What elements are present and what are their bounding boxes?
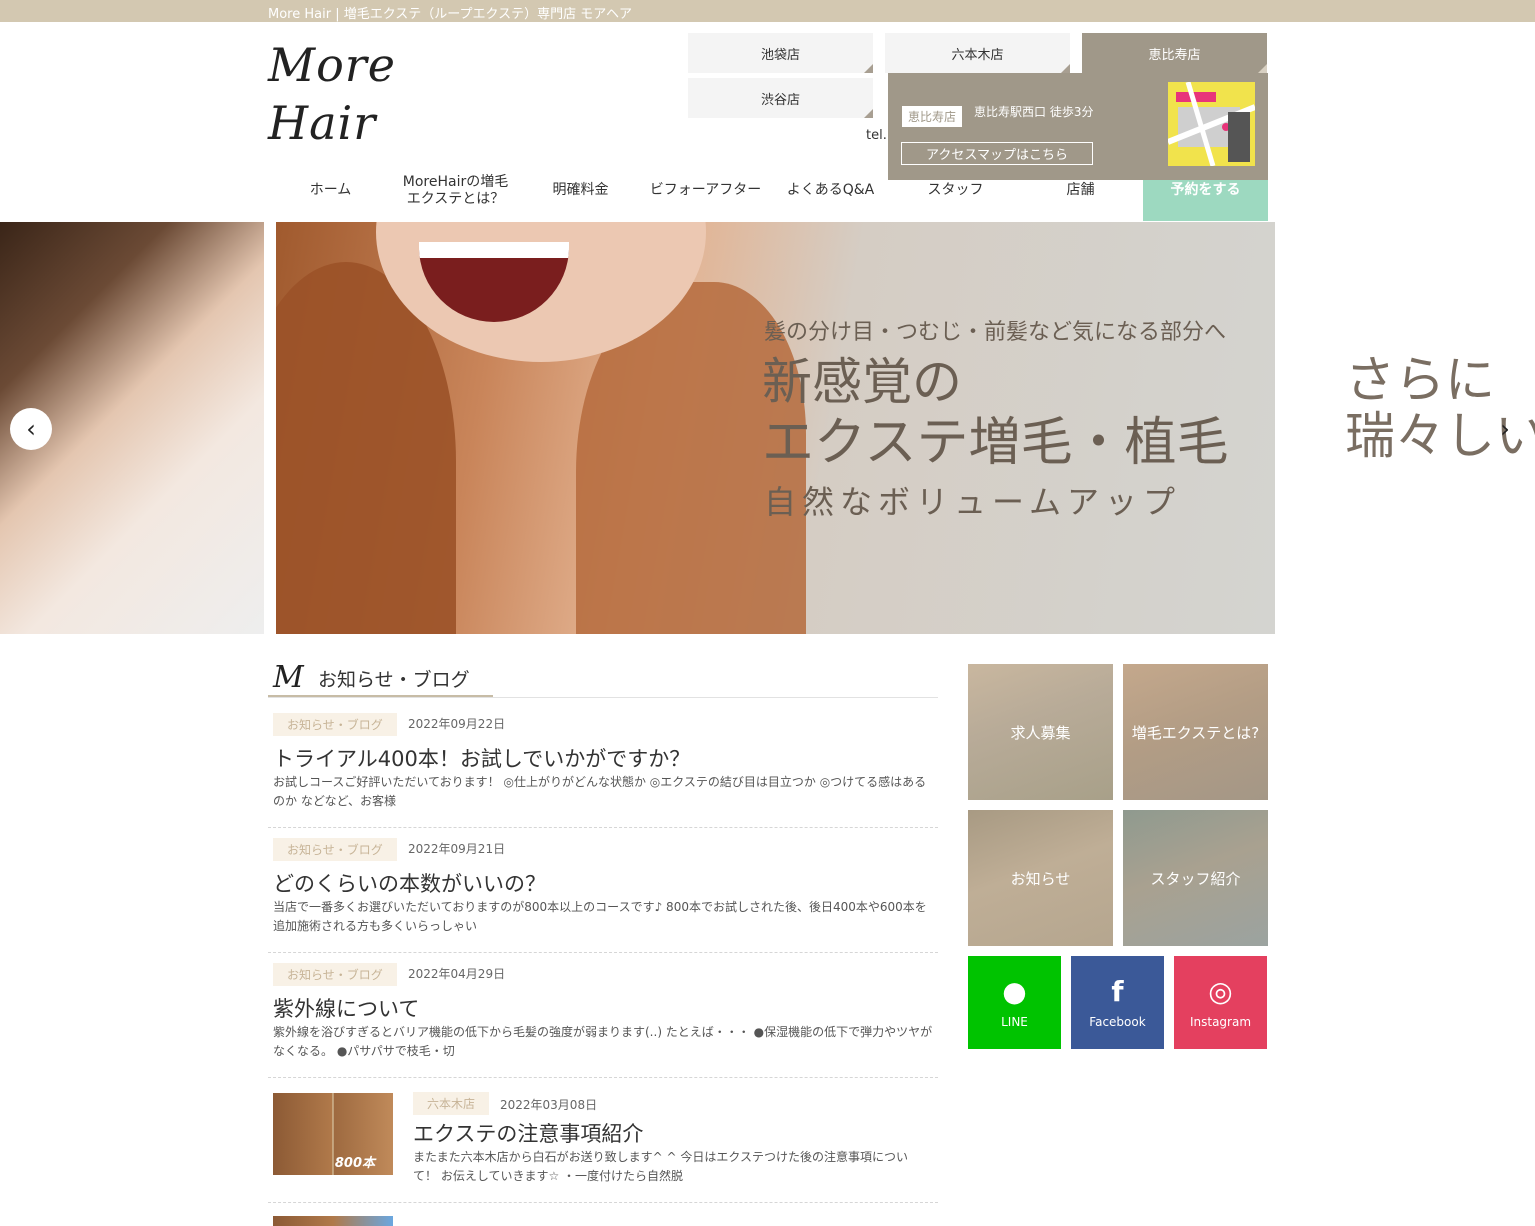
corner-mark	[864, 64, 873, 73]
m-logo-icon: M	[273, 660, 304, 695]
store-button-shibuya[interactable]: 渋谷店	[688, 78, 873, 118]
speech-bubble-icon: ●	[1002, 974, 1027, 1008]
tel-label: tel.	[866, 128, 887, 143]
store-button-ebisu[interactable]: 恵比寿店	[1082, 33, 1267, 73]
tile-label: 増毛エクステとは?	[1131, 723, 1260, 742]
social-label: LINE	[1001, 1014, 1028, 1029]
slider-prev-button[interactable]: ‹	[10, 408, 52, 450]
store-label: 渋谷店	[760, 92, 800, 108]
post-excerpt: またまた六本木店から白石がお送り致します^ ^ 今日はエクステつけた後の注意事項…	[413, 1150, 909, 1183]
hero-title-line1: 新感覚の	[762, 353, 962, 411]
post-thumbnail-partial	[273, 1216, 393, 1226]
main-slide-image: 髪の分け目・つむじ・前髪など気になる部分へ 新感覚の エクステ増毛・植毛 自然な…	[276, 222, 1275, 634]
store-badge: 恵比寿店	[902, 106, 963, 127]
post-date: 2022年03月08日	[500, 1098, 598, 1112]
hero-title-line3: 自然なボリュームアップ	[764, 483, 1182, 521]
top-bar: More Hair | 増毛エクステ（ループエクステ）専門店 モアヘア	[0, 0, 1535, 22]
hero-slider: 髪の分け目・つむじ・前髪など気になる部分へ 新感覚の エクステ増毛・植毛 自然な…	[0, 222, 1535, 634]
post-excerpt: 紫外線を浴びすぎるとバリア機能の低下から毛髪の強度が弱まります(..) たとえば…	[273, 1025, 933, 1058]
nav-label: よくあるQ&A	[786, 182, 875, 198]
reserve-label: 予約をする	[1170, 182, 1241, 198]
tile-recruit[interactable]: 求人募集	[968, 664, 1113, 800]
store-button-ikebukuro[interactable]: 池袋店	[688, 33, 873, 73]
post-category[interactable]: お知らせ・ブログ	[273, 838, 397, 861]
nav-item-faq[interactable]: よくあるQ&A	[768, 160, 893, 221]
nav-label: スタッフ	[927, 182, 984, 198]
store-label: 池袋店	[760, 47, 800, 63]
post-date: 2022年04月29日	[408, 967, 506, 981]
post-excerpt: お試しコースご好評いただいております！ ◎仕上がりがどんな状態か ◎エクステの結…	[273, 775, 927, 808]
access-map-label: アクセスマップはこちら	[926, 148, 1068, 163]
tile-news[interactable]: お知らせ	[968, 810, 1113, 946]
site-tagline: More Hair | 増毛エクステ（ループエクステ）専門店 モアヘア	[268, 7, 633, 22]
nav-label: MoreHairの増毛エクステとは？	[402, 173, 509, 207]
store-label: 六本木店	[951, 47, 1004, 63]
post-thumbnail[interactable]: 800本	[273, 1093, 393, 1175]
map-graphic	[1168, 82, 1255, 166]
store-button-roppongi[interactable]: 六本木店	[885, 33, 1070, 73]
post-title[interactable]: どのくらいの本数がいいの？	[273, 868, 546, 898]
news-post[interactable]: お知らせ・ブログ 2022年04月29日 紫外線について 紫外線を浴びすぎるとバ…	[268, 953, 938, 1078]
thumbnail-label: 800本	[334, 1156, 375, 1171]
chevron-right-icon: ›	[1500, 415, 1510, 443]
store-label: 恵比寿店	[1148, 47, 1201, 63]
nav-label: ホーム	[309, 182, 352, 198]
news-header-underline: M お知らせ・ブログ	[268, 660, 493, 697]
line-button[interactable]: ● LINE	[968, 956, 1061, 1049]
post-excerpt: 当店で一番多くお選びいただいておりますのが800本以上のコースです♪ 800本で…	[273, 900, 927, 933]
post-category[interactable]: お知らせ・ブログ	[273, 713, 397, 736]
post-category[interactable]: お知らせ・ブログ	[273, 963, 397, 986]
post-title[interactable]: トライアル400本！お試しでいかがですか？	[273, 743, 690, 773]
social-label: Instagram	[1189, 1014, 1252, 1029]
tile-label: お知らせ	[1010, 869, 1071, 888]
instagram-button[interactable]: ◎ Instagram	[1174, 956, 1267, 1049]
chevron-left-icon: ‹	[26, 415, 36, 443]
news-post[interactable]: お知らせ・ブログ 2022年09月21日 どのくらいの本数がいいの？ 当店で一番…	[268, 828, 938, 953]
post-date: 2022年09月22日	[408, 717, 506, 731]
post-title[interactable]: エクステの注意事項紹介	[413, 1118, 643, 1148]
nav-item-home[interactable]: ホーム	[268, 160, 393, 221]
post-date: 2022年09月21日	[408, 842, 506, 856]
nav-item-before-after[interactable]: ビフォーアフター	[643, 160, 768, 221]
tile-about-extension[interactable]: 増毛エクステとは?	[1123, 664, 1268, 800]
hero-title-line2: エクステ増毛・植毛	[762, 413, 1229, 473]
facebook-icon: f	[1111, 974, 1124, 1008]
nav-item-pricing[interactable]: 明確料金	[518, 160, 643, 221]
post-category[interactable]: 六本木店	[413, 1092, 490, 1115]
logo-text: More Hair	[268, 38, 397, 150]
nav-label: ビフォーアフター	[649, 182, 762, 198]
news-section-title: お知らせ・ブログ	[318, 669, 470, 691]
news-section-header: M お知らせ・ブログ	[268, 660, 938, 698]
store-map-thumbnail[interactable]	[1168, 82, 1255, 166]
post-title[interactable]: 紫外線について	[273, 993, 419, 1023]
nav-label: 明確料金	[552, 182, 609, 198]
site-logo[interactable]: More Hair	[268, 36, 503, 150]
next-slide-line1: さらに	[1345, 351, 1495, 409]
news-post[interactable]: 800本 六本木店 2022年03月08日 エクステの注意事項紹介 またまた六本…	[268, 1078, 938, 1203]
tile-label: 求人募集	[1010, 723, 1071, 742]
nav-item-about[interactable]: MoreHairの増毛エクステとは？	[393, 160, 518, 221]
access-map-link[interactable]: アクセスマップはこちら	[901, 142, 1093, 165]
corner-mark	[1061, 64, 1070, 73]
facebook-button[interactable]: f Facebook	[1071, 956, 1164, 1049]
slider-next-button[interactable]: ›	[1484, 408, 1526, 450]
social-label: Facebook	[1089, 1014, 1146, 1029]
nav-label: 店舗	[1066, 182, 1095, 198]
store-access-text: 恵比寿駅西口 徒歩3分	[974, 105, 1094, 119]
tile-staff[interactable]: スタッフ紹介	[1123, 810, 1268, 946]
corner-mark	[1258, 64, 1267, 73]
corner-mark	[864, 109, 873, 118]
store-dropdown-ebisu: 恵比寿店 恵比寿駅西口 徒歩3分 アクセスマップはこちら	[888, 73, 1268, 180]
instagram-icon: ◎	[1208, 974, 1233, 1008]
tile-label: スタッフ紹介	[1150, 869, 1241, 888]
hero-subtitle: 髪の分け目・つむじ・前髪など気になる部分へ	[764, 320, 1227, 345]
news-post[interactable]: お知らせ・ブログ 2022年09月22日 トライアル400本！お試しでいかがです…	[268, 703, 938, 828]
